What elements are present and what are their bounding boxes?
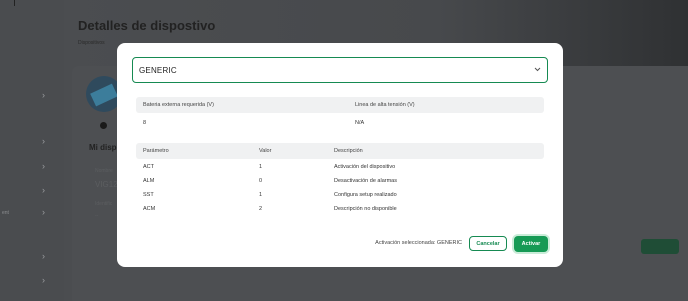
table-row: ACM 2 Descripción no disponible <box>136 202 544 216</box>
table-cell: N/A <box>355 120 365 126</box>
table-row: SST 1 Configura setup realizado <box>136 188 544 202</box>
table-row: ACT 1 Activación del dispositivo <box>136 160 544 174</box>
chevron-right-icon[interactable]: › <box>42 91 50 100</box>
table-cell: 8 <box>143 120 147 126</box>
breadcrumb[interactable]: Dispositivos <box>78 40 105 46</box>
column-header: Valor <box>259 148 272 154</box>
power-table: Bateria externa requerida (V) Linea de a… <box>136 97 544 130</box>
activate-button[interactable]: Activar <box>514 236 548 252</box>
field-value: -- <box>95 213 99 219</box>
table-cell: 1 <box>259 192 263 198</box>
field-label: Nombre <box>95 168 113 174</box>
table-header: Parámetro Valor Descripción <box>136 143 544 159</box>
table-row: 8 N/A <box>136 116 544 130</box>
table-cell: Activación del dispositivo <box>334 164 396 170</box>
table-cell: Configura setup realizado <box>334 192 397 198</box>
activation-select[interactable]: GENERIC <box>132 57 548 83</box>
chevron-right-icon[interactable]: › <box>42 162 50 171</box>
chevron-right-icon[interactable]: › <box>42 186 50 195</box>
table-cell: ACM <box>143 206 156 212</box>
column-header: Descripción <box>334 148 363 154</box>
table-cell: SST <box>143 192 154 198</box>
table-header: Bateria externa requerida (V) Linea de a… <box>136 97 544 113</box>
page-title: Detalles de dispostivo <box>78 18 216 33</box>
chevron-right-icon[interactable]: › <box>42 276 50 285</box>
table-cell: 0 <box>259 178 263 184</box>
chevron-right-icon[interactable]: › <box>42 208 50 217</box>
column-header: Parámetro <box>143 148 169 154</box>
sidebar: › › › › › › › ent <box>0 0 64 301</box>
table-cell: 2 <box>259 206 263 212</box>
parameters-table: Parámetro Valor Descripción ACT 1 Activa… <box>136 143 544 216</box>
chevron-down-icon[interactable] <box>531 67 543 74</box>
select-value: GENERIC <box>139 65 177 75</box>
table-cell: 1 <box>259 164 263 170</box>
column-header: Bateria externa requerida (V) <box>143 102 214 108</box>
column-header: Linea de alta tensión (V) <box>355 102 415 108</box>
activation-modal: GENERIC Bateria externa requerida (V) Li… <box>117 43 563 267</box>
cancel-button[interactable]: Cancelar <box>469 236 507 251</box>
table-cell: Desactivación de alarmas <box>334 178 397 184</box>
selected-activation-label: Activación seleccionada: GENERIC <box>375 240 462 246</box>
section-title: Mi disp <box>89 143 117 152</box>
field-label: Identific <box>95 201 113 207</box>
info-icon <box>100 122 107 129</box>
table-cell: Descripción no disponible <box>334 206 397 212</box>
sidebar-top-marker <box>14 0 15 6</box>
background-action-button <box>641 239 679 254</box>
table-row: ALM 0 Desactivación de alarmas <box>136 174 544 188</box>
sidebar-item-label: ent <box>2 210 9 216</box>
chevron-right-icon[interactable]: › <box>42 137 50 146</box>
table-cell: ALM <box>143 178 155 184</box>
table-cell: ACT <box>143 164 154 170</box>
chevron-right-icon[interactable]: › <box>42 252 50 261</box>
